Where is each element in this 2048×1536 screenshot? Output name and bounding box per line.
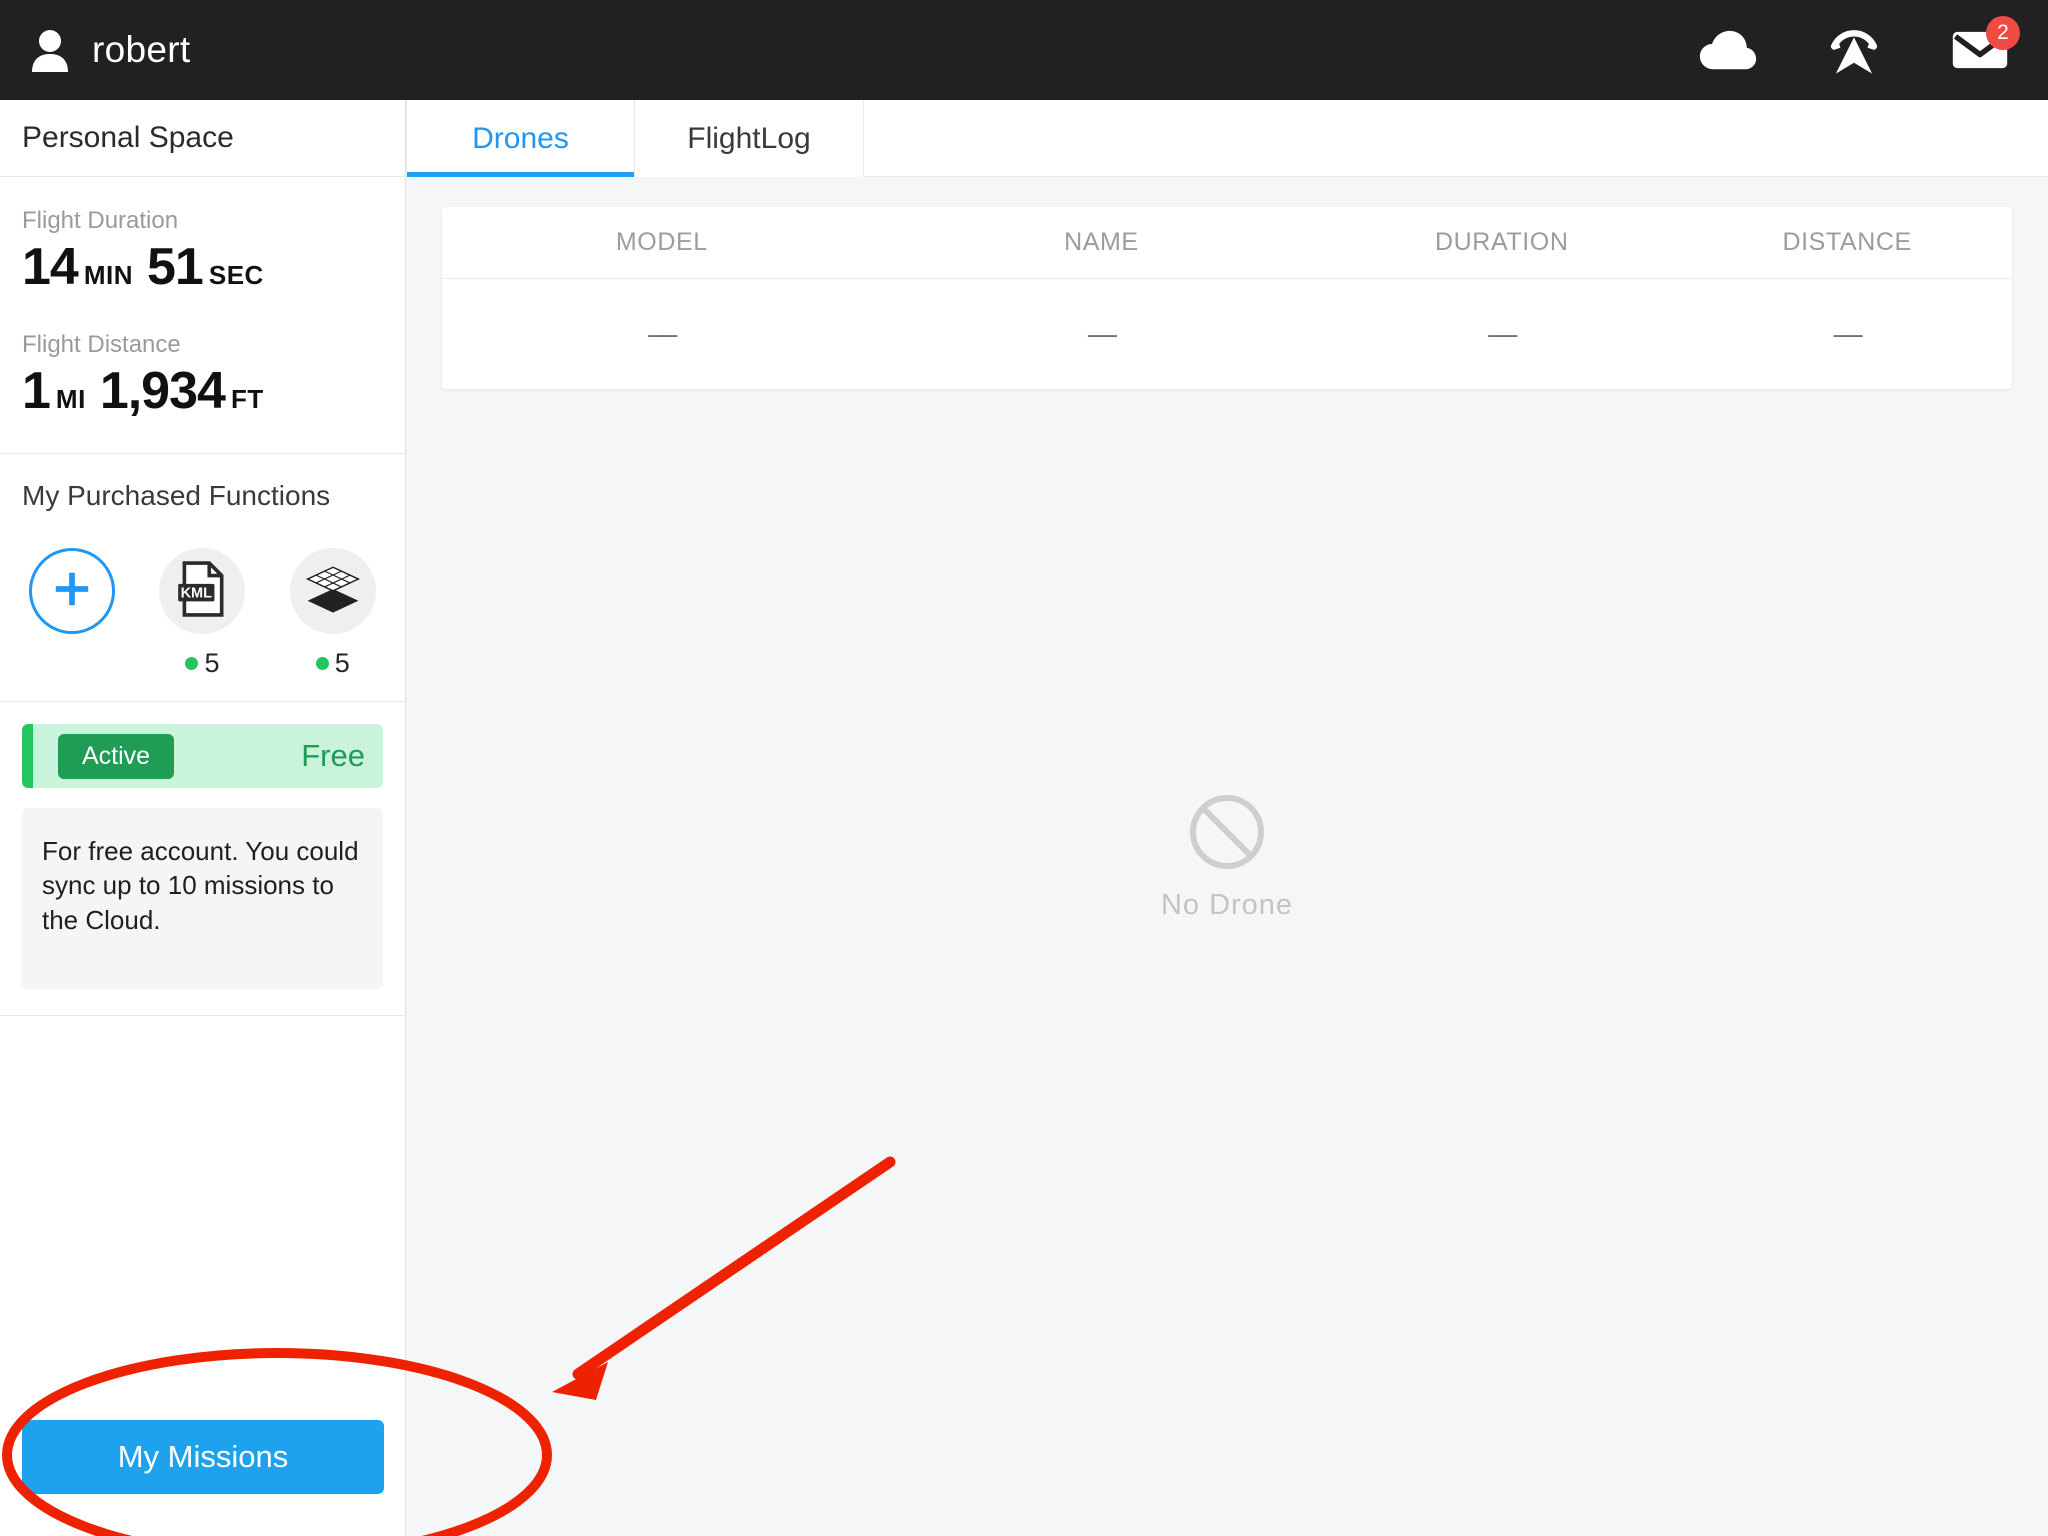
- empty-state-label: No Drone: [1160, 888, 1294, 921]
- terrain-function-item[interactable]: 5: [283, 548, 383, 679]
- stats-section: Flight Duration 14 MIN 51 SEC Flight Dis…: [0, 177, 405, 454]
- column-header-distance: DISTANCE: [1782, 228, 1912, 256]
- mail-icon[interactable]: 2: [1948, 16, 2020, 82]
- purchased-functions-title: My Purchased Functions: [22, 480, 331, 511]
- cell-duration: ––: [1488, 318, 1517, 349]
- no-entry-icon: [1187, 792, 1267, 877]
- kml-function-button[interactable]: KML: [159, 548, 246, 634]
- column-header-duration: DURATION: [1434, 228, 1569, 256]
- duration-minutes-unit: MIN: [83, 260, 134, 290]
- user-account[interactable]: robert: [30, 28, 190, 72]
- duration-seconds-unit: SEC: [208, 260, 264, 290]
- tab-flightlog[interactable]: FlightLog: [635, 100, 864, 177]
- status-dot-icon: [185, 657, 199, 670]
- username-label: robert: [92, 29, 191, 70]
- topbar-actions: 2: [1696, 16, 2020, 82]
- cell-model: ––: [648, 318, 677, 349]
- top-bar: robert 2: [0, 0, 2048, 100]
- stat-label: Flight Distance: [22, 331, 181, 358]
- plan-description: For free account. You could sync up to 1…: [22, 808, 383, 989]
- tab-bar: Drones FlightLog: [406, 100, 2048, 178]
- terrain-layers-icon: [304, 563, 362, 620]
- my-missions-button[interactable]: My Missions: [22, 1420, 384, 1494]
- plan-section: Active Free For free account. You could …: [0, 702, 405, 1016]
- terrain-function-button[interactable]: [289, 548, 376, 634]
- duration-minutes-value: 14: [22, 238, 79, 296]
- main-panel: Drones FlightLog MODEL NAME DURATION DIS…: [406, 100, 2048, 1536]
- column-header-model: MODEL: [615, 228, 708, 256]
- content-area: MODEL NAME DURATION DISTANCE –– –– –– ––: [406, 177, 2048, 1536]
- stat-value: 1 MI 1,934 FT: [22, 361, 383, 421]
- stat-label: Flight Duration: [22, 207, 179, 234]
- distance-feet-unit: FT: [230, 384, 264, 414]
- table-header-row: MODEL NAME DURATION DISTANCE: [442, 207, 2012, 279]
- column-header-name: NAME: [1064, 228, 1139, 256]
- add-function-item[interactable]: [22, 548, 122, 634]
- stat-value: 14 MIN 51 SEC: [22, 237, 383, 297]
- cloud-icon[interactable]: [1696, 18, 1760, 82]
- cell-distance: ––: [1833, 318, 1863, 349]
- plus-icon: [51, 568, 93, 615]
- kml-file-icon: KML: [177, 560, 227, 623]
- svg-text:KML: KML: [181, 585, 213, 601]
- plan-tier-label: Free: [301, 738, 365, 773]
- cell-name: ––: [1087, 318, 1117, 349]
- sidebar: Personal Space Flight Duration 14 MIN 51…: [0, 100, 406, 1536]
- distance-miles-value: 1: [22, 362, 51, 420]
- terrain-function-count: 5: [315, 648, 350, 679]
- sidebar-title-label: Personal Space: [22, 121, 234, 154]
- add-function-button[interactable]: [29, 548, 116, 634]
- status-dot-icon: [315, 657, 329, 670]
- status-badge: Active: [58, 733, 175, 779]
- distance-feet-value: 1,934: [99, 362, 226, 420]
- drones-table: MODEL NAME DURATION DISTANCE –– –– –– ––: [442, 207, 2012, 389]
- count-label: 5: [204, 648, 220, 678]
- table-row[interactable]: –– –– –– ––: [442, 279, 2012, 389]
- purchased-functions-list: KML 5 5: [22, 548, 383, 679]
- stat-flight-duration: Flight Duration 14 MIN 51 SEC: [22, 207, 383, 297]
- sidebar-title: Personal Space: [0, 100, 405, 177]
- plan-banner: Active Free: [22, 724, 383, 788]
- distance-miles-unit: MI: [55, 384, 86, 414]
- missions-button-container: My Missions: [0, 1420, 406, 1536]
- count-label: 5: [334, 648, 350, 678]
- mail-badge: 2: [1986, 16, 2020, 50]
- stat-flight-distance: Flight Distance 1 MI 1,934 FT: [22, 331, 383, 421]
- kml-function-item[interactable]: KML 5: [152, 548, 252, 679]
- person-icon: [30, 28, 70, 72]
- purchased-functions-section: My Purchased Functions KML 5 5: [0, 454, 405, 702]
- app-root: robert 2 Personal Space Flight Duration …: [0, 0, 2048, 1536]
- drone-icon[interactable]: [1822, 18, 1886, 82]
- kml-function-count: 5: [185, 648, 220, 679]
- duration-seconds-value: 51: [147, 238, 204, 296]
- tab-drones[interactable]: Drones: [406, 100, 635, 178]
